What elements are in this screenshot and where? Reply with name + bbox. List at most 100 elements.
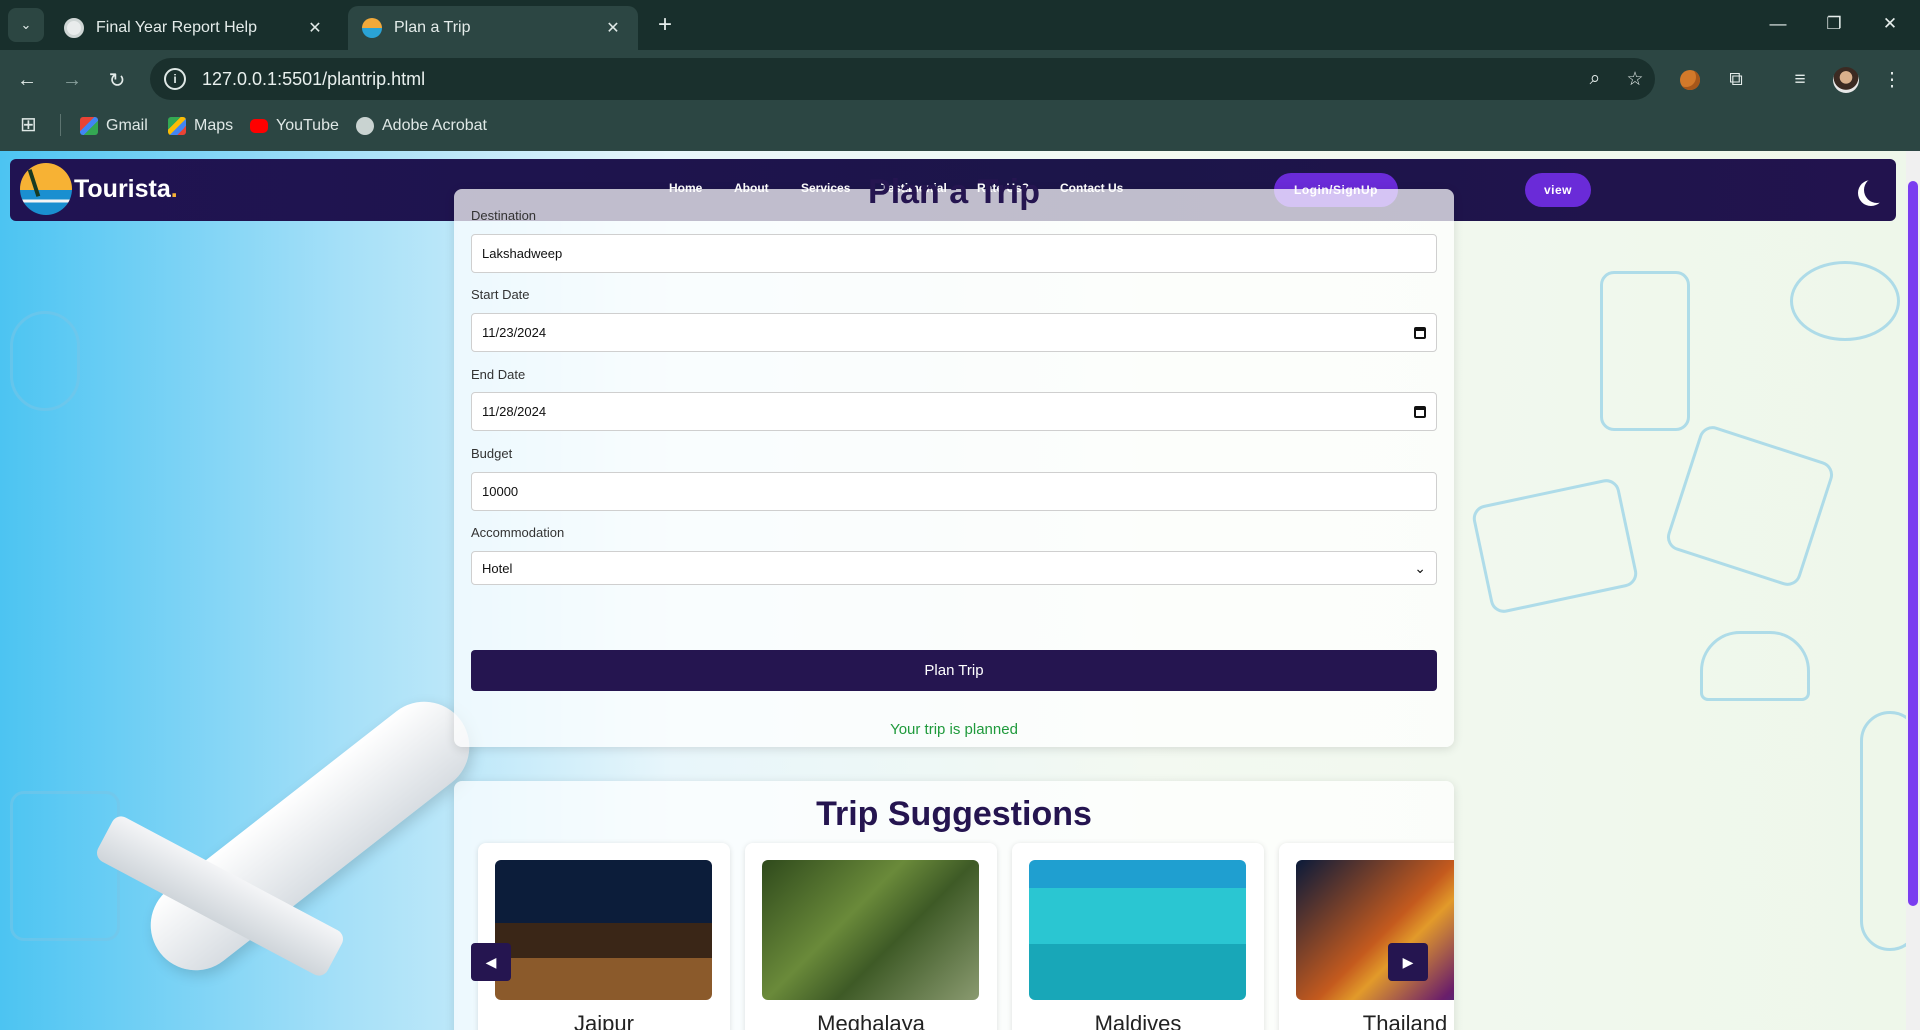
back-button[interactable]: ←	[10, 63, 44, 97]
close-icon: ✕	[1882, 14, 1898, 33]
address-bar[interactable]: i 127.0.0.1:5501/plantrip.html ⌕ ☆	[150, 58, 1655, 100]
cookie-extension-button[interactable]	[1672, 62, 1708, 98]
view-button[interactable]: view	[1525, 173, 1591, 207]
bookmark-label: YouTube	[276, 117, 339, 134]
plus-icon: +	[657, 11, 672, 38]
maldives-image	[1029, 860, 1246, 1000]
calendar-icon[interactable]	[1414, 405, 1426, 418]
balloon-doodle	[10, 311, 80, 411]
restore-button[interactable]: ❐	[1806, 0, 1862, 48]
brand-dot: .	[170, 174, 178, 203]
globe-icon	[356, 117, 374, 135]
profile-button[interactable]	[1828, 62, 1864, 98]
suggestion-name: Maldives	[1094, 1011, 1182, 1030]
gmail-icon	[80, 117, 98, 135]
trip-suggestions-card: Trip Suggestions Jaipur Meghalaya Maldiv…	[454, 781, 1454, 1030]
bookmark-gmail[interactable]: Gmail	[80, 113, 148, 139]
reload-icon: ↻	[108, 69, 126, 92]
tab-search-button[interactable]: ⌄	[8, 8, 44, 42]
browser-tab-strip: ⌄ Final Year Report Help ✕ Plan a Trip ✕…	[0, 0, 1920, 50]
avatar	[1833, 67, 1859, 93]
start-date-label: Start Date	[471, 287, 530, 302]
suggestions-title: Trip Suggestions	[816, 795, 1092, 833]
carousel-prev-button[interactable]: ◀	[471, 943, 511, 981]
end-date-value: 11/28/2024	[482, 404, 547, 419]
apps-grid-icon[interactable]: ⊞	[20, 114, 42, 136]
browser-tab-plantrip[interactable]: Plan a Trip ✕	[348, 6, 638, 50]
arrow-right-icon: →	[62, 68, 82, 91]
youtube-icon	[250, 119, 268, 133]
maps-icon	[168, 117, 186, 135]
accommodation-select[interactable]: Hotel ⌄	[471, 551, 1437, 585]
hat-doodle	[1700, 631, 1810, 701]
bookmark-star-icon[interactable]: ☆	[1615, 59, 1655, 99]
accommodation-label: Accommodation	[471, 525, 565, 540]
plan-trip-button[interactable]: Plan Trip	[471, 650, 1437, 691]
new-tab-button[interactable]: +	[650, 10, 680, 40]
browser-toolbar: ← → ↻ i 127.0.0.1:5501/plantrip.html ⌕ ☆…	[0, 50, 1920, 158]
page-scrollbar[interactable]	[1906, 151, 1920, 1030]
site-info-icon[interactable]: i	[164, 68, 186, 90]
suggestion-tile-jaipur[interactable]: Jaipur	[478, 843, 730, 1030]
start-date-value: 11/23/2024	[482, 325, 547, 340]
minimize-icon: —	[1769, 14, 1787, 33]
bookmark-label: Gmail	[106, 117, 148, 134]
meghalaya-image	[762, 860, 979, 1000]
close-icon[interactable]: ✕	[602, 18, 624, 38]
chevron-down-icon: ⌄	[20, 17, 32, 32]
browser-tab-report[interactable]: Final Year Report Help ✕	[50, 6, 340, 50]
plan-trip-card: Plan a Trip Destination Lakshadweep Star…	[454, 173, 1454, 747]
scrollbar-thumb[interactable]	[1908, 181, 1918, 906]
compass-doodle	[1790, 261, 1900, 341]
url-text[interactable]: 127.0.0.1:5501/plantrip.html	[202, 69, 1575, 90]
bookmark-label: Adobe Acrobat	[382, 117, 487, 134]
bookmark-divider	[60, 114, 61, 136]
bookmark-youtube[interactable]: YouTube	[250, 113, 339, 139]
playlist-icon: ≡	[1794, 69, 1806, 90]
accommodation-value: Hotel	[482, 560, 513, 576]
page-viewport: Tourista . Home About Services Testimoni…	[0, 151, 1920, 1030]
end-date-label: End Date	[471, 367, 526, 382]
suggestion-name: Jaipur	[574, 1011, 634, 1030]
suggestion-tile-meghalaya[interactable]: Meghalaya	[745, 843, 997, 1030]
zoom-icon[interactable]: ⌕	[1575, 59, 1615, 99]
binoculars-doodle	[1600, 271, 1690, 431]
start-date-input[interactable]: 11/23/2024	[471, 313, 1437, 352]
restore-icon: ❐	[1826, 14, 1842, 33]
chevron-down-icon: ⌄	[1414, 559, 1426, 576]
cookie-icon	[1680, 70, 1700, 90]
destination-label: Destination	[471, 208, 537, 223]
suggestion-tile-thailand[interactable]: Thailand	[1279, 843, 1454, 1030]
forward-button[interactable]: →	[55, 63, 89, 97]
dark-mode-moon-icon[interactable]	[1864, 177, 1890, 203]
window-close-button[interactable]: ✕	[1862, 0, 1918, 48]
destination-input[interactable]: Lakshadweep	[471, 234, 1437, 273]
ticket-doodle	[1470, 476, 1640, 616]
browser-menu-button[interactable]: ⋮	[1874, 62, 1910, 98]
bookmark-adobe-acrobat[interactable]: Adobe Acrobat	[356, 113, 487, 139]
suggestion-tile-maldives[interactable]: Maldives	[1012, 843, 1264, 1030]
end-date-input[interactable]: 11/28/2024	[471, 392, 1437, 431]
more-vert-icon: ⋮	[1882, 69, 1902, 91]
thailand-image	[1296, 860, 1454, 1000]
extensions-button[interactable]: ⧉	[1718, 62, 1754, 98]
bookmark-maps[interactable]: Maps	[168, 113, 233, 139]
calendar-icon[interactable]	[1414, 326, 1426, 339]
reload-button[interactable]: ↻	[100, 63, 134, 97]
backpack-doodle	[10, 791, 120, 941]
destination-value: Lakshadweep	[482, 246, 563, 261]
brand-name: Tourista	[74, 174, 171, 203]
media-controls-button[interactable]: ≡	[1782, 62, 1818, 98]
trip-status-message: Your trip is planned	[890, 721, 1018, 738]
close-icon[interactable]: ✕	[304, 18, 326, 38]
budget-label: Budget	[471, 446, 513, 461]
arrow-left-icon: ←	[17, 68, 37, 91]
budget-input[interactable]: 10000	[471, 472, 1437, 511]
suggestion-name: Meghalaya	[817, 1011, 925, 1030]
brand-logo[interactable]: Tourista .	[20, 163, 178, 215]
carousel-next-button[interactable]: ▶	[1388, 943, 1428, 981]
minimize-button[interactable]: —	[1750, 0, 1806, 48]
tab-title: Plan a Trip	[394, 19, 471, 36]
tourista-favicon	[362, 18, 382, 38]
budget-value: 10000	[482, 484, 519, 499]
